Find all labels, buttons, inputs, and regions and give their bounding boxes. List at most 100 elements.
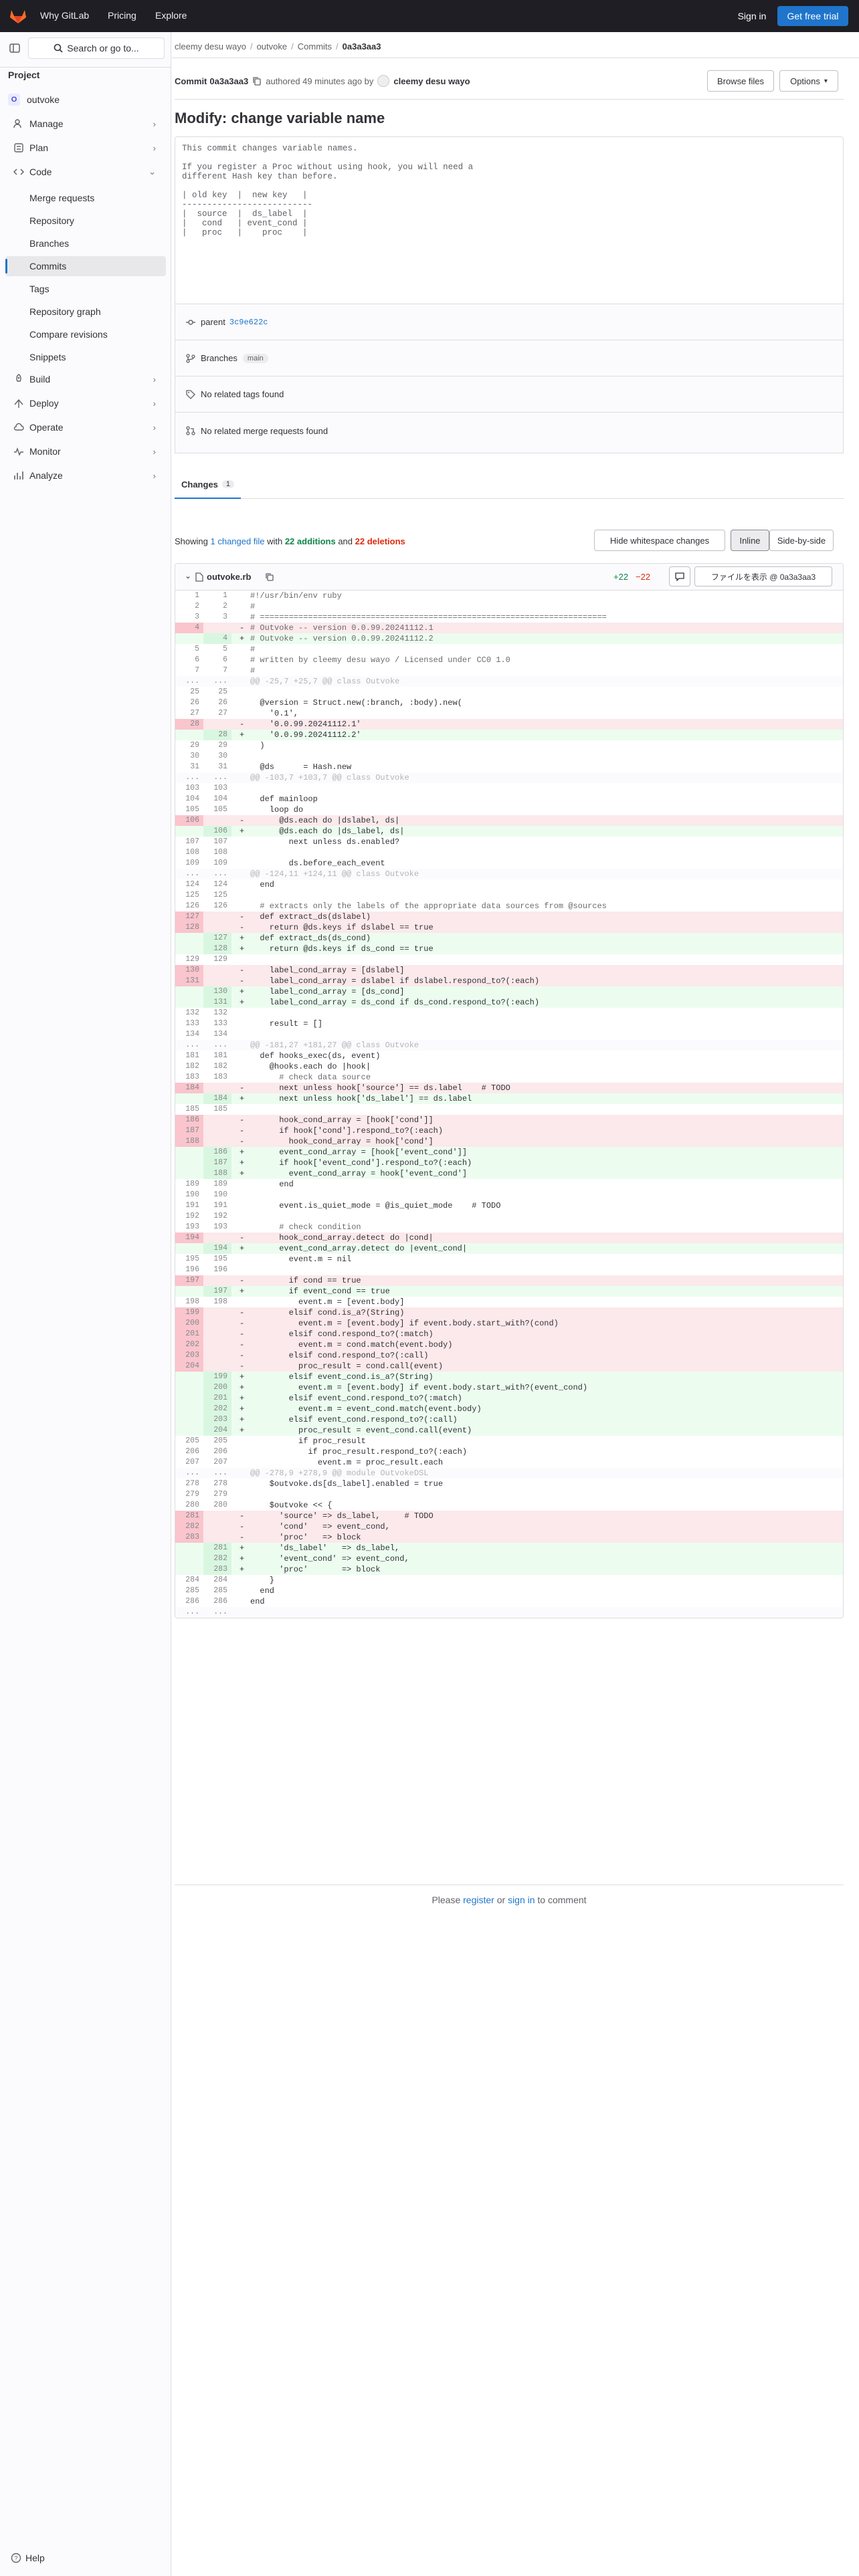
side-by-side-button[interactable]: Side-by-side [769, 530, 834, 551]
new-line-number[interactable]: 191 [203, 1200, 231, 1211]
old-line-number[interactable]: 125 [175, 890, 203, 901]
new-line-number[interactable]: 279 [203, 1489, 231, 1500]
old-line-number[interactable]: 278 [175, 1479, 203, 1489]
old-line-number[interactable]: 189 [175, 1179, 203, 1190]
new-line-number[interactable]: 28 [203, 730, 231, 740]
view-file-button[interactable]: ファイルを表示 @ 0a3a3aa3 [694, 566, 832, 586]
copy-icon[interactable] [265, 572, 274, 581]
free-trial-button[interactable]: Get free trial [777, 6, 848, 26]
new-line-number[interactable]: 27 [203, 708, 231, 719]
old-line-number[interactable]: 206 [175, 1446, 203, 1457]
new-line-number[interactable]: 196 [203, 1265, 231, 1275]
old-line-number[interactable]: 207 [175, 1457, 203, 1468]
new-line-number[interactable]: 286 [203, 1596, 231, 1607]
new-line-number[interactable]: 201 [203, 1393, 231, 1404]
old-line-number[interactable]: 3 [175, 612, 203, 623]
old-line-number[interactable]: 103 [175, 783, 203, 794]
new-line-number[interactable]: 204 [203, 1425, 231, 1436]
old-line-number[interactable]: 25 [175, 687, 203, 697]
old-line-number[interactable]: ... [175, 772, 203, 783]
old-line-number[interactable]: 7 [175, 665, 203, 676]
new-line-number[interactable]: 109 [203, 858, 231, 869]
new-line-number[interactable]: ... [203, 676, 231, 687]
old-line-number[interactable]: 195 [175, 1254, 203, 1265]
new-line-number[interactable]: 125 [203, 890, 231, 901]
sidebar-item-manage[interactable]: Manage › [5, 114, 165, 134]
tab-changes[interactable]: Changes 1 [175, 471, 242, 499]
old-line-number[interactable]: 281 [175, 1511, 203, 1521]
sidebar-project-outvoke[interactable]: O outvoke [5, 90, 165, 110]
old-line-number[interactable]: 106 [175, 815, 203, 826]
new-line-number[interactable]: 195 [203, 1254, 231, 1265]
sidebar-item-deploy[interactable]: Deploy › [5, 393, 165, 413]
new-line-number[interactable]: 106 [203, 826, 231, 837]
new-line-number[interactable]: 200 [203, 1382, 231, 1393]
new-line-number[interactable]: ... [203, 1468, 231, 1479]
commit-author[interactable]: cleemy desu wayo [393, 76, 470, 86]
new-line-number[interactable]: 25 [203, 687, 231, 697]
new-line-number[interactable]: 184 [203, 1093, 231, 1104]
explore-link[interactable]: Explore [155, 10, 187, 21]
new-line-number[interactable]: 183 [203, 1072, 231, 1083]
new-line-number[interactable]: 182 [203, 1061, 231, 1072]
pricing-link[interactable]: Pricing [108, 10, 136, 21]
old-line-number[interactable]: 196 [175, 1265, 203, 1275]
new-line-number[interactable]: 281 [203, 1543, 231, 1553]
new-line-number[interactable]: 181 [203, 1051, 231, 1061]
new-line-number[interactable]: 7 [203, 665, 231, 676]
new-line-number[interactable]: 132 [203, 1008, 231, 1018]
old-line-number[interactable]: 29 [175, 740, 203, 751]
new-line-number[interactable]: 31 [203, 762, 231, 772]
old-line-number[interactable]: ... [175, 676, 203, 687]
sidebar-toggle-icon[interactable] [9, 43, 20, 53]
old-line-number[interactable]: 126 [175, 901, 203, 911]
old-line-number[interactable]: 283 [175, 1532, 203, 1543]
avatar[interactable] [377, 75, 390, 87]
new-line-number[interactable]: 126 [203, 901, 231, 911]
sidebar-item-tags[interactable]: Tags [29, 284, 50, 294]
old-line-number[interactable]: 31 [175, 762, 203, 772]
new-line-number[interactable]: 6 [203, 655, 231, 665]
old-line-number[interactable]: 203 [175, 1350, 203, 1361]
old-line-number[interactable]: 200 [175, 1318, 203, 1329]
old-line-number[interactable]: 105 [175, 804, 203, 815]
new-line-number[interactable]: 194 [203, 1243, 231, 1254]
old-line-number[interactable]: 279 [175, 1489, 203, 1500]
old-line-number[interactable]: 197 [175, 1275, 203, 1286]
parent-sha-link[interactable]: 3c9e622c [229, 318, 268, 327]
new-line-number[interactable]: 30 [203, 751, 231, 762]
new-line-number[interactable]: 198 [203, 1297, 231, 1307]
sidebar-item-repository-graph[interactable]: Repository graph [29, 306, 101, 317]
old-line-number[interactable]: 124 [175, 879, 203, 890]
new-line-number[interactable]: 134 [203, 1029, 231, 1040]
new-line-number[interactable]: 130 [203, 986, 231, 997]
sidebar-item-plan[interactable]: Plan › [5, 138, 165, 158]
new-line-number[interactable]: 186 [203, 1147, 231, 1158]
old-line-number[interactable]: 202 [175, 1339, 203, 1350]
old-line-number[interactable]: 133 [175, 1018, 203, 1029]
new-line-number[interactable]: 3 [203, 612, 231, 623]
new-line-number[interactable]: ... [203, 1607, 231, 1618]
old-line-number[interactable]: 131 [175, 976, 203, 986]
new-line-number[interactable]: 187 [203, 1158, 231, 1168]
new-line-number[interactable]: 205 [203, 1436, 231, 1446]
hide-whitespace-button[interactable]: Hide whitespace changes [594, 530, 725, 551]
old-line-number[interactable]: ... [175, 1040, 203, 1051]
old-line-number[interactable]: 201 [175, 1329, 203, 1339]
new-line-number[interactable]: 278 [203, 1479, 231, 1489]
new-line-number[interactable]: 192 [203, 1211, 231, 1222]
search-button[interactable]: Search or go to... [28, 37, 165, 59]
sidebar-item-code[interactable]: Code ⌄ [5, 162, 165, 182]
old-line-number[interactable]: 192 [175, 1211, 203, 1222]
breadcrumb-project[interactable]: outvoke [257, 41, 288, 51]
old-line-number[interactable]: 27 [175, 708, 203, 719]
sign-in-button[interactable]: Sign in [731, 6, 773, 26]
new-line-number[interactable]: 206 [203, 1446, 231, 1457]
old-line-number[interactable]: 190 [175, 1190, 203, 1200]
options-button[interactable]: Options ▾ [779, 70, 838, 92]
new-line-number[interactable]: 105 [203, 804, 231, 815]
old-line-number[interactable]: 128 [175, 922, 203, 933]
new-line-number[interactable]: 5 [203, 644, 231, 655]
sidebar-item-snippets[interactable]: Snippets [29, 352, 66, 362]
new-line-number[interactable]: 26 [203, 697, 231, 708]
